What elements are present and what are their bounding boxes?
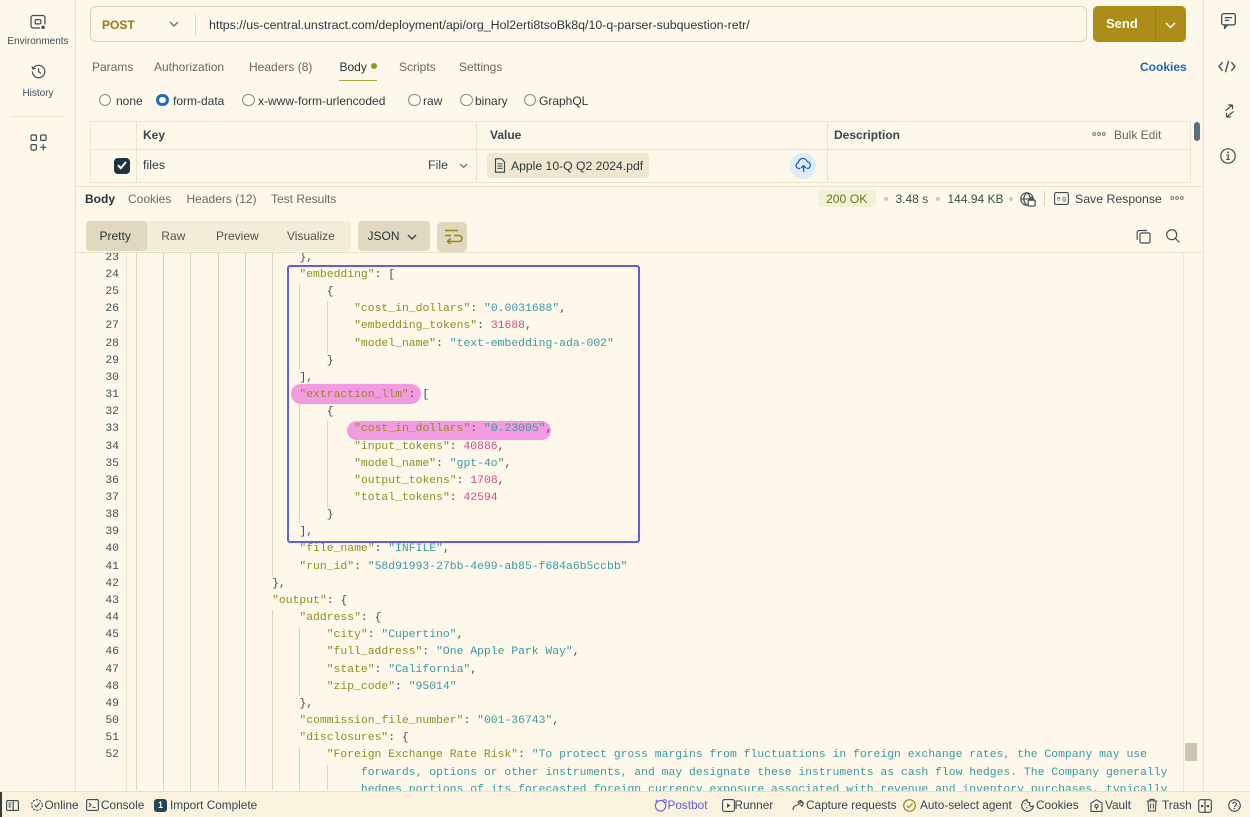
svg-text:e.g: e.g — [1057, 196, 1066, 203]
